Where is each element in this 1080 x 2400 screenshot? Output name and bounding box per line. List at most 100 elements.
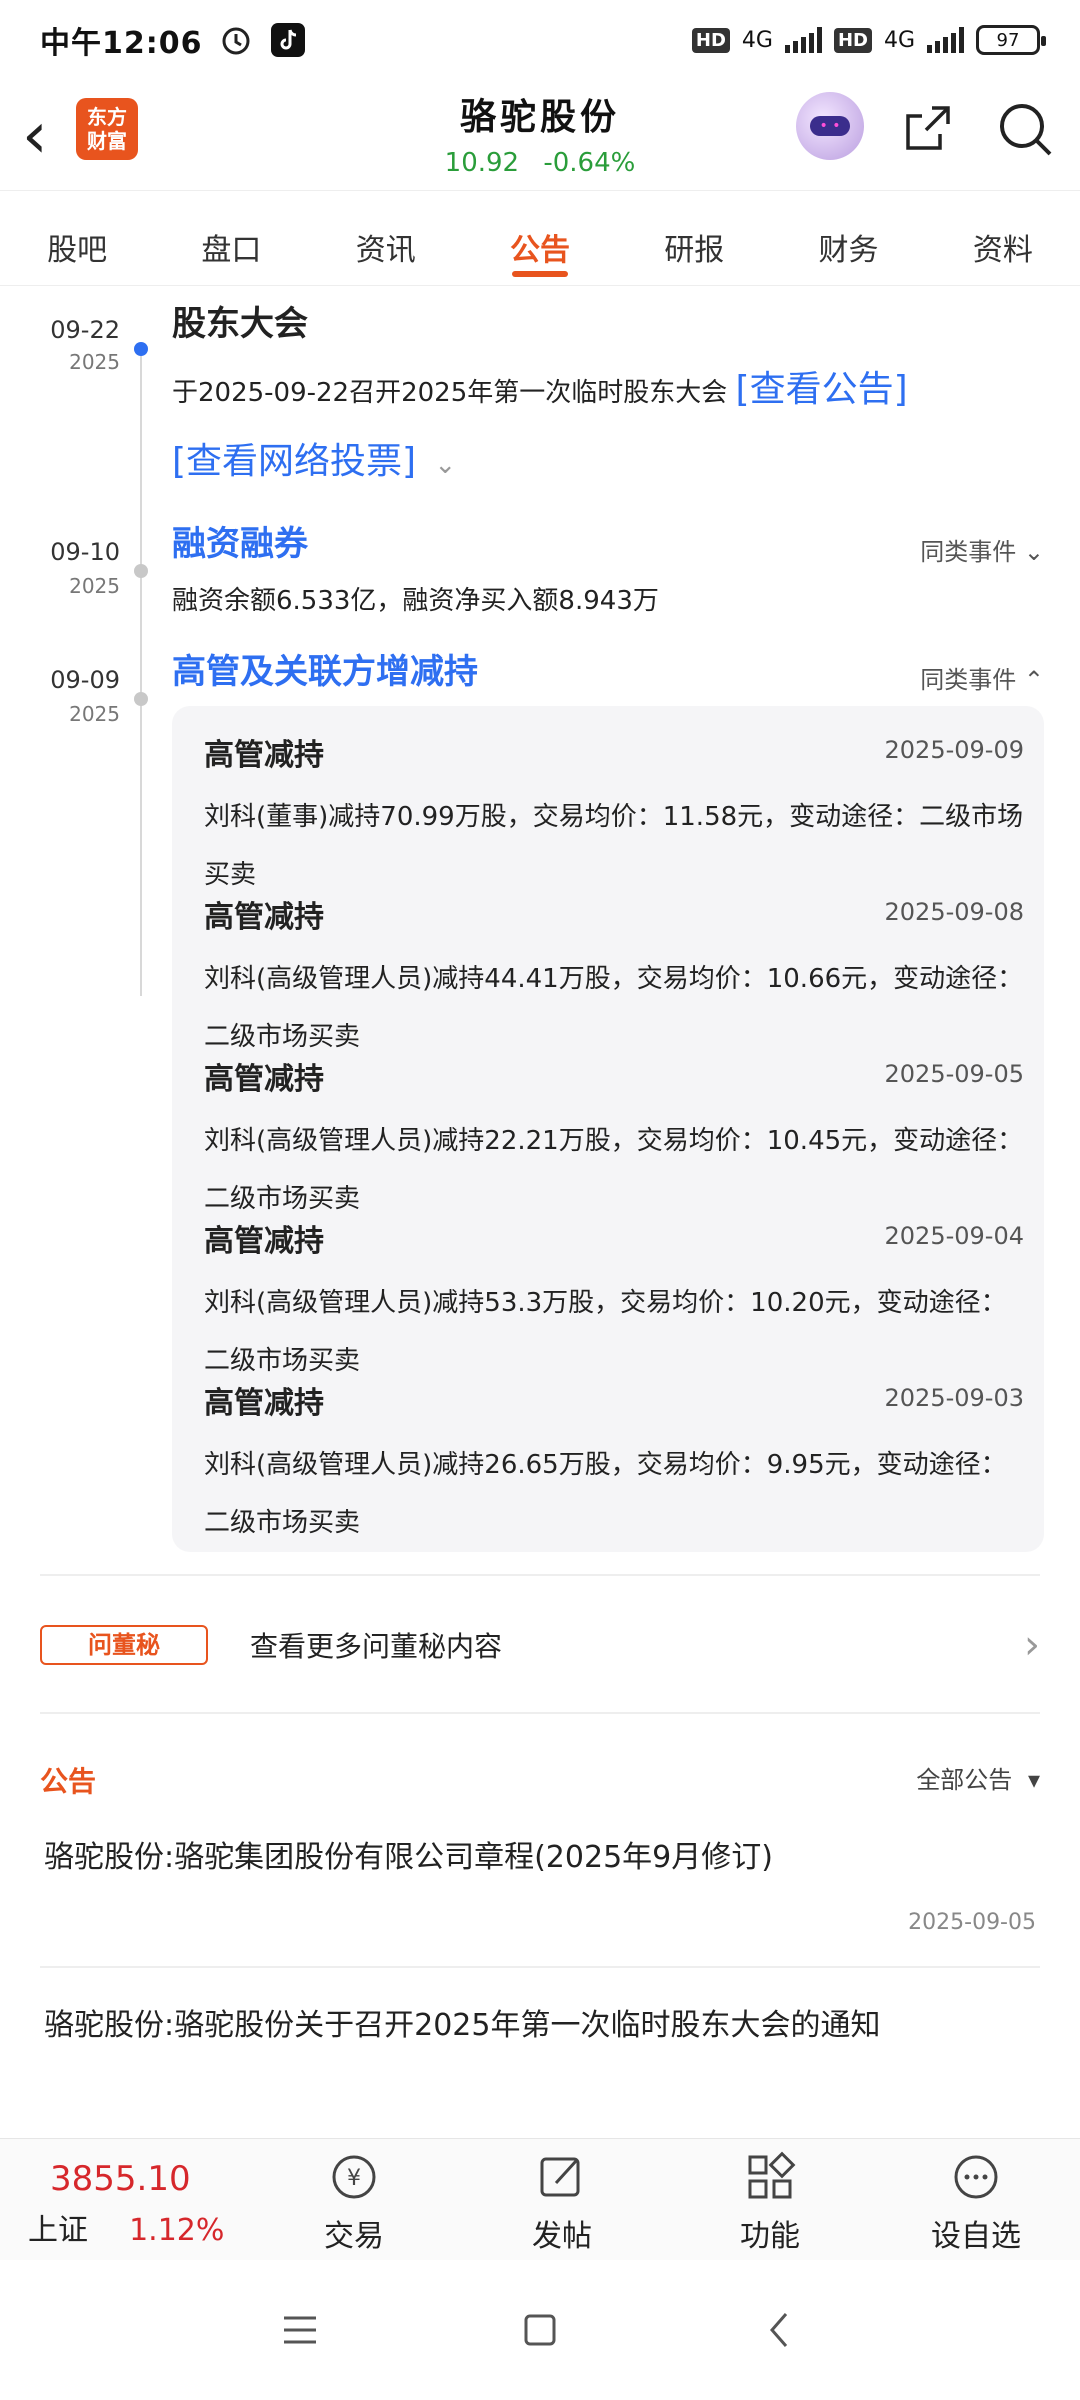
list-item[interactable]: 高管减持 2025-09-04 刘科(高级管理人员)减持53.3万股，交易均价：… (204, 1216, 1024, 1390)
alarm-icon (222, 27, 249, 55)
tab-news[interactable]: 资讯 (309, 191, 463, 285)
share-icon[interactable] (900, 100, 956, 156)
announcement-filter[interactable]: 全部公告 ▾ (916, 1760, 1040, 1795)
status-right-icons: HD 4G HD 4G 97 (691, 25, 1046, 55)
nav-label: 交易 (324, 2219, 384, 2254)
battery-icon: 97 (976, 25, 1046, 55)
view-announcement-link[interactable]: [查看公告] (736, 369, 908, 410)
nav-add-watchlist[interactable]: 设自选 (906, 2149, 1046, 2255)
divider (40, 1712, 1040, 1714)
index-name: 上证 (28, 2213, 88, 2248)
list-item[interactable]: 高管减持 2025-09-08 刘科(高级管理人员)减持44.41万股，交易均价… (204, 892, 1024, 1066)
system-nav-bar (0, 2260, 1080, 2400)
event-date: 09-09 (50, 666, 120, 694)
stock-header: ‹ 东方 财富 骆驼股份 10.92 -0.64% • • (0, 80, 1080, 190)
nav-label: 设自选 (931, 2219, 1021, 2254)
announcement-title[interactable]: 骆驼股份:骆驼集团股份有限公司章程(2025年9月修订) (44, 1822, 1044, 1894)
back-nav-icon[interactable] (758, 2308, 802, 2352)
item-date: 2025-09-05 (884, 1060, 1024, 1088)
tab-profile[interactable]: 资料 (926, 191, 1080, 285)
announcements-header: 公告 全部公告 ▾ (40, 1760, 1040, 1800)
item-description: 刘科(高级管理人员)减持53.3万股，交易均价：10.20元，变动途径：二级市场… (204, 1288, 1007, 1376)
similar-label: 同类事件 (920, 538, 1017, 566)
post-icon (540, 2157, 580, 2197)
item-date: 2025-09-09 (884, 736, 1024, 764)
network-label-2: 4G (883, 27, 915, 53)
nav-functions[interactable]: 功能 (700, 2149, 840, 2255)
menu-icon[interactable] (278, 2308, 322, 2352)
event-title[interactable]: 高管及关联方增减持 (172, 644, 478, 693)
tab-pankou[interactable]: 盘口 (154, 191, 308, 285)
vote-link-row: [查看网络投票] ⌄ (172, 432, 456, 484)
status-left-icons (219, 23, 305, 57)
tab-announcements[interactable]: 公告 (463, 191, 617, 285)
tab-research[interactable]: 研报 (617, 191, 771, 285)
battery-level: 97 (996, 29, 1020, 51)
home-icon[interactable] (518, 2308, 562, 2352)
ask-secretary-row[interactable]: 问董秘 查看更多问董秘内容 › (40, 1622, 1040, 1668)
network-label: 4G (741, 27, 773, 53)
trade-icon: ¥ (332, 2155, 376, 2199)
tab-bar: 股吧 盘口 资讯 公告 研报 财务 资料 (0, 190, 1080, 286)
announcement-date: 2025-09-05 (908, 1910, 1036, 1935)
event-text: 于2025-09-22召开2025年第一次临时股东大会 [查看公告] (172, 360, 1032, 412)
more-icon (954, 2155, 998, 2199)
event-year: 2025 (69, 574, 120, 598)
index-change: 1.12% (129, 2213, 225, 2248)
caret-down-icon: ▾ (1027, 1766, 1040, 1794)
nav-label: 功能 (740, 2219, 800, 2254)
chevron-down-icon: ⌄ (1023, 538, 1044, 566)
divider (40, 1574, 1040, 1576)
item-description: 刘科(董事)减持70.99万股，交易均价：11.58元，变动途径：二级市场买卖 (204, 802, 1024, 890)
ask-secretary-badge: 问董秘 (40, 1625, 208, 1665)
hd-badge: HD (691, 27, 730, 53)
event-year: 2025 (69, 350, 120, 374)
tab-finance[interactable]: 财务 (771, 191, 925, 285)
grid-icon (748, 2151, 796, 2199)
similar-events-button[interactable]: 同类事件 ⌃ (920, 660, 1044, 695)
chevron-down-icon[interactable]: ⌄ (434, 450, 456, 480)
divider (40, 1966, 1040, 1968)
robot-icon: • • (810, 116, 850, 136)
market-index[interactable]: 3855.10 上证 1.12% (28, 2159, 224, 2249)
tiktok-icon (270, 23, 305, 57)
item-description: 刘科(高级管理人员)减持22.21万股，交易均价：10.45元，变动途径：二级市… (204, 1126, 1024, 1214)
status-bar: 中午12:06 HD 4G HD 4G 97 (0, 0, 1080, 80)
nav-label: 发帖 (532, 2219, 592, 2254)
assistant-avatar[interactable]: • • (796, 92, 864, 160)
list-item[interactable]: 高管减持 2025-09-05 刘科(高级管理人员)减持22.21万股，交易均价… (204, 1054, 1024, 1228)
event-text: 融资余额6.533亿，融资净买入额8.943万 (172, 586, 659, 616)
item-date: 2025-09-08 (884, 898, 1024, 926)
timeline-dot (134, 342, 148, 356)
section-title: 公告 (40, 1765, 97, 1798)
event-date: 09-10 (50, 538, 120, 566)
bottom-nav: 3855.10 上证 1.12% ¥ 交易 发帖 功能 设自选 (0, 2138, 1080, 2260)
chevron-right-icon: › (1024, 1622, 1040, 1668)
view-vote-link[interactable]: [查看网络投票] (172, 441, 416, 482)
list-item[interactable]: 高管减持 2025-09-03 刘科(高级管理人员)减持26.65万股，交易均价… (204, 1378, 1024, 1552)
announcement-title[interactable]: 骆驼股份:骆驼股份关于召开2025年第一次临时股东大会的通知 (44, 1990, 1044, 2062)
tab-guba[interactable]: 股吧 (0, 191, 154, 285)
svg-text:¥: ¥ (347, 2166, 361, 2191)
similar-events-button[interactable]: 同类事件 ⌄ (920, 532, 1044, 567)
nav-post[interactable]: 发帖 (492, 2149, 632, 2255)
nav-trade[interactable]: ¥ 交易 (284, 2149, 424, 2255)
event-title[interactable]: 融资融券 (172, 516, 308, 565)
event-year: 2025 (69, 702, 120, 726)
event-description: 于2025-09-22召开2025年第一次临时股东大会 (172, 378, 728, 408)
index-value: 3855.10 (50, 2159, 191, 2199)
signal-icon (784, 27, 822, 53)
chevron-up-icon: ⌃ (1023, 666, 1044, 694)
list-item[interactable]: 高管减持 2025-09-09 刘科(董事)减持70.99万股，交易均价：11.… (204, 730, 1024, 904)
event-timeline: 09-22 2025 股东大会 于2025-09-22召开2025年第一次临时股… (0, 286, 1080, 1576)
timeline-dot (134, 564, 148, 578)
event-title: 股东大会 (172, 304, 308, 344)
search-icon[interactable] (996, 100, 1054, 158)
insider-trades-card: 高管减持 2025-09-09 刘科(董事)减持70.99万股，交易均价：11.… (172, 706, 1044, 1552)
item-description: 刘科(高级管理人员)减持26.65万股，交易均价：9.95元，变动途径：二级市场… (204, 1450, 1007, 1538)
item-description: 刘科(高级管理人员)减持44.41万股，交易均价：10.66元，变动途径：二级市… (204, 964, 1024, 1052)
timeline-line (140, 346, 142, 996)
stock-price: 10.92 (444, 148, 520, 178)
status-time: 中午12:06 (40, 26, 203, 61)
filter-label: 全部公告 (916, 1766, 1013, 1794)
